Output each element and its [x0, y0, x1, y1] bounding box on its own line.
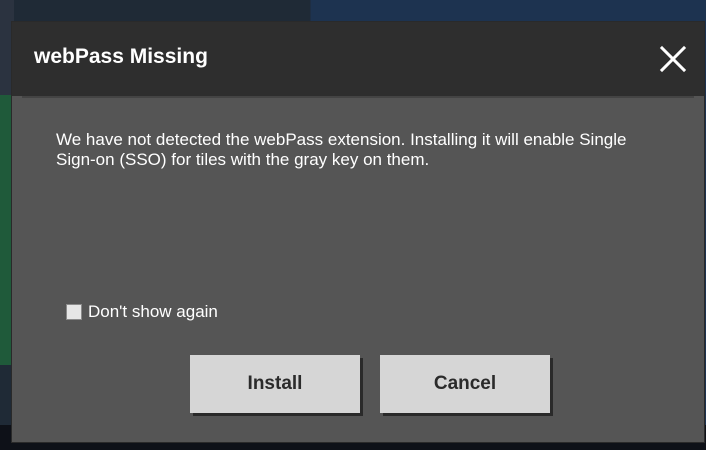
dont-show-again-label: Don't show again	[88, 302, 218, 321]
dont-show-again-option[interactable]: Don't show again	[66, 301, 218, 323]
cancel-button[interactable]: Cancel	[380, 355, 550, 413]
close-icon	[659, 45, 687, 73]
dialog-body: We have not detected the webPass extensi…	[22, 96, 694, 436]
dialog-titlebar: webPass Missing	[12, 22, 704, 96]
dont-show-again-checkbox[interactable]	[66, 304, 82, 320]
dialog-message: We have not detected the webPass extensi…	[56, 130, 627, 169]
dialog-title: webPass Missing	[34, 45, 208, 68]
close-button[interactable]	[650, 36, 696, 82]
webpass-missing-dialog: webPass Missing We have not detected the…	[12, 22, 704, 442]
install-button[interactable]: Install	[190, 355, 360, 413]
